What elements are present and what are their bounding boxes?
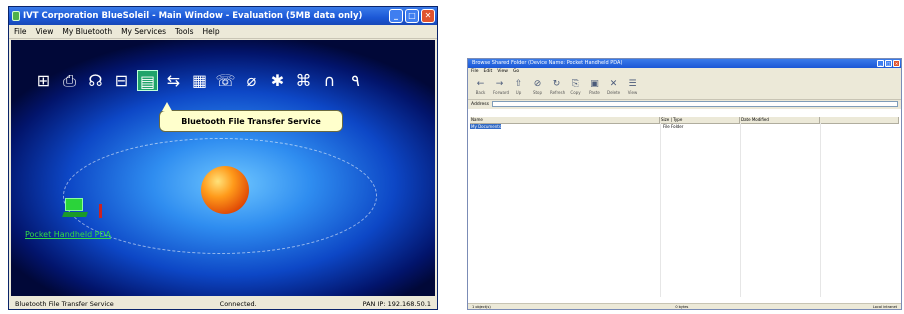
file-list[interactable]: Name Size | Type Date Modified My Docume… bbox=[470, 117, 899, 297]
connection-indicator bbox=[99, 204, 102, 218]
dialup-icon[interactable]: ▦ bbox=[189, 70, 210, 91]
sync-icon[interactable]: ⇆ bbox=[163, 70, 184, 91]
minimize-button[interactable]: _ bbox=[389, 9, 403, 23]
ftp-close-button[interactable]: ✕ bbox=[893, 60, 900, 67]
bluesoleil-main-window: IVT Corporation BlueSoleil - Main Window… bbox=[8, 6, 438, 310]
up-button[interactable]: ⇧ Up bbox=[512, 79, 525, 95]
back-button[interactable]: ← Back bbox=[474, 79, 487, 95]
ftp-status-objects: 1 object(s) bbox=[472, 305, 491, 309]
copy-icon: ⎘ bbox=[571, 79, 580, 89]
hid-icon[interactable]: ٩ bbox=[345, 70, 366, 91]
address-bar: Address bbox=[468, 100, 901, 109]
browse-shared-folder-window: Browse Shared Folder (Device Name: Pocke… bbox=[467, 58, 902, 310]
file-list-header: Name Size | Type Date Modified bbox=[470, 117, 899, 124]
stop-button[interactable]: ⊘ Stop bbox=[531, 79, 544, 95]
ftp-window-title: Browse Shared Folder (Device Name: Pocke… bbox=[472, 60, 623, 66]
paste-button[interactable]: ▣ Paste bbox=[588, 79, 601, 95]
ftp-toolbar: ← Back → Forward ⇧ Up ⊘ Stop ↻ Refresh ⎘ Copy … bbox=[468, 75, 901, 100]
bluetooth-device-canvas[interactable]: ⊞ ⎙ ☊ ⊟ ▤ ⇆ ▦ ☏ ⌀ ✱ ⌘ ∩ ٩ Bluetooth File… bbox=[11, 40, 435, 296]
menu-bar: File View My Bluetooth My Services Tools… bbox=[9, 25, 437, 39]
forward-button[interactable]: → Forward bbox=[493, 79, 509, 95]
service-tooltip: Bluetooth File Transfer Service bbox=[159, 102, 343, 132]
service-icon-bar: ⊞ ⎙ ☊ ⊟ ▤ ⇆ ▦ ☏ ⌀ ✱ ⌘ ∩ ٩ bbox=[33, 70, 366, 91]
column-name[interactable]: Name bbox=[470, 117, 660, 123]
printer-icon[interactable]: ⎙ bbox=[59, 70, 80, 91]
status-bar: Bluetooth File Transfer Service Connecte… bbox=[11, 299, 435, 309]
maximize-button[interactable]: □ bbox=[405, 9, 419, 23]
window-title: IVT Corporation BlueSoleil - Main Window… bbox=[23, 11, 363, 21]
ftp-menu-edit[interactable]: Edit bbox=[484, 68, 493, 75]
ftp-status-size: 0 bytes bbox=[675, 305, 689, 309]
pda-device-icon[interactable] bbox=[62, 198, 88, 220]
local-device-sphere[interactable] bbox=[201, 166, 249, 214]
menu-my-bluetooth[interactable]: My Bluetooth bbox=[62, 25, 112, 38]
ftp-maximize-button[interactable]: □ bbox=[885, 60, 892, 67]
title-bar[interactable]: IVT Corporation BlueSoleil - Main Window… bbox=[9, 7, 437, 25]
device-label[interactable]: Pocket Handheld PDA bbox=[25, 230, 111, 239]
address-input[interactable] bbox=[492, 101, 898, 107]
menu-view[interactable]: View bbox=[36, 25, 54, 38]
ftp-menu-file[interactable]: File bbox=[471, 68, 479, 75]
status-pan-ip: PAN IP: 192.168.50.1 bbox=[362, 300, 431, 308]
bluetooth-app-icon bbox=[12, 11, 20, 21]
refresh-button[interactable]: ↻ Refresh bbox=[550, 79, 565, 95]
ftp-menu-view[interactable]: View bbox=[497, 68, 508, 75]
menu-my-services[interactable]: My Services bbox=[121, 25, 166, 38]
audio-icon[interactable]: ∩ bbox=[319, 70, 340, 91]
up-folder-icon: ⇧ bbox=[514, 79, 523, 89]
list-item-date bbox=[743, 124, 823, 130]
ftp-minimize-button[interactable]: _ bbox=[877, 60, 884, 67]
column-date-modified[interactable]: Date Modified bbox=[740, 117, 820, 123]
status-service: Bluetooth File Transfer Service bbox=[15, 300, 114, 308]
back-icon: ← bbox=[476, 79, 485, 89]
file-transfer-icon[interactable]: ▤ bbox=[137, 70, 158, 91]
view-icon: ☰ bbox=[628, 79, 637, 89]
list-item-type: File Folder bbox=[663, 124, 684, 129]
ftp-menu-go[interactable]: Go bbox=[513, 68, 519, 75]
menu-tools[interactable]: Tools bbox=[175, 25, 193, 38]
menu-file[interactable]: File bbox=[14, 25, 27, 38]
address-label: Address bbox=[471, 102, 489, 107]
copy-button[interactable]: ⎘ Copy bbox=[569, 79, 582, 95]
close-button[interactable]: ✕ bbox=[421, 9, 435, 23]
list-item-name[interactable]: My Documents bbox=[470, 124, 501, 129]
view-button[interactable]: ☰ View bbox=[626, 79, 639, 95]
status-connection: Connected. bbox=[219, 300, 257, 308]
paste-icon: ▣ bbox=[590, 79, 599, 89]
bip-icon[interactable]: ⌘ bbox=[293, 70, 314, 91]
lan-icon[interactable]: ⊟ bbox=[111, 70, 132, 91]
pan-icon[interactable]: ⌀ bbox=[241, 70, 262, 91]
serial-icon[interactable]: ✱ bbox=[267, 70, 288, 91]
headset-icon[interactable]: ☊ bbox=[85, 70, 106, 91]
column-size-type[interactable]: Size | Type bbox=[660, 117, 740, 123]
list-item[interactable]: My Documents File Folder bbox=[470, 124, 899, 130]
menu-help[interactable]: Help bbox=[202, 25, 219, 38]
ftp-title-bar[interactable]: Browse Shared Folder (Device Name: Pocke… bbox=[468, 59, 901, 68]
network-icon[interactable]: ⊞ bbox=[33, 70, 54, 91]
delete-icon: ✕ bbox=[609, 79, 618, 89]
refresh-icon: ↻ bbox=[552, 79, 561, 89]
ftp-menu-bar: File Edit View Go bbox=[468, 68, 901, 75]
ftp-status-bar: 1 object(s) 0 bytes Local intranet bbox=[468, 303, 901, 309]
forward-icon: → bbox=[495, 79, 504, 89]
stop-icon: ⊘ bbox=[533, 79, 542, 89]
delete-button[interactable]: ✕ Delete bbox=[607, 79, 620, 95]
ftp-status-zone: Local intranet bbox=[872, 305, 897, 309]
fax-icon[interactable]: ☏ bbox=[215, 70, 236, 91]
